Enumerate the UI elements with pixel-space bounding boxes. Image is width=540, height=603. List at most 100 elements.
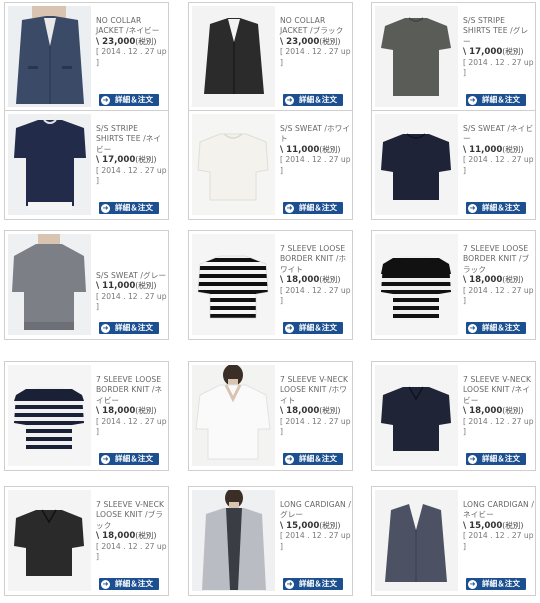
detail-order-button[interactable]: ➜ 詳細＆注文 <box>466 94 526 106</box>
product-grid: NO COLLAR JACKET /ネイビー \ 23,000(税別) [ 20… <box>0 0 540 603</box>
product-name[interactable]: LONG CARDIGAN /グレー <box>280 500 352 521</box>
product-name[interactable]: 7 SLEEVE LOOSE BORDER KNIT /ホワイト <box>280 244 352 275</box>
detail-order-button[interactable]: ➜ 詳細＆注文 <box>283 453 343 465</box>
detail-order-button[interactable]: ➜ 詳細＆注文 <box>283 94 343 106</box>
arrow-right-icon: ➜ <box>285 454 294 464</box>
product-date: [ 2014 . 12 . 27 up ] <box>96 416 167 437</box>
product-card[interactable]: S/S SWEAT /ネイビー \ 11,000(税別) [ 2014 . 12… <box>371 110 536 220</box>
product-date: [ 2014 . 12 . 27 up ] <box>463 531 534 551</box>
arrow-right-icon: ➜ <box>101 95 110 105</box>
product-price: \ 11,000(税別) <box>463 144 524 155</box>
arrow-right-icon: ➜ <box>101 579 110 589</box>
product-card[interactable]: S/S STRIPE SHIRTS TEE /グレー \ 17,000(税別) … <box>371 2 536 112</box>
product-image[interactable] <box>8 490 91 591</box>
detail-order-button[interactable]: ➜ 詳細＆注文 <box>99 453 159 465</box>
detail-order-button[interactable]: ➜ 詳細＆注文 <box>283 322 343 334</box>
detail-order-button[interactable]: ➜ 詳細＆注文 <box>466 578 526 590</box>
product-name[interactable]: NO COLLAR JACKET /ブラック <box>280 16 352 37</box>
product-info: 7 SLEEVE LOOSE BORDER KNIT /ホワイト \ 18,00… <box>280 244 352 306</box>
product-card[interactable]: 7 SLEEVE V-NECK LOOSE KNIT /ネイビー \ 18,00… <box>371 361 536 471</box>
product-name[interactable]: S/S STRIPE SHIRTS TEE /グレー <box>463 16 535 47</box>
product-name[interactable]: LONG CARDIGAN /ネイビー <box>463 500 535 521</box>
product-date: [ 2014 . 12 . 27 up ] <box>280 47 351 67</box>
product-name[interactable]: 7 SLEEVE LOOSE BORDER KNIT /ネイビー <box>96 375 168 406</box>
product-image[interactable] <box>192 234 275 335</box>
product-price: \ 18,000(税別) <box>463 275 524 286</box>
product-price: \ 18,000(税別) <box>463 406 524 417</box>
product-price: \ 11,000(税別) <box>96 281 157 292</box>
product-card[interactable]: LONG CARDIGAN /ネイビー \ 15,000(税別) [ 2014 … <box>371 486 536 596</box>
product-image[interactable] <box>375 114 458 215</box>
product-card[interactable]: S/S SWEAT /ホワイト \ 11,000(税別) [ 2014 . 12… <box>188 110 353 220</box>
detail-order-button[interactable]: ➜ 詳細＆注文 <box>466 322 526 334</box>
product-info: 7 SLEEVE V-NECK LOOSE KNIT /ホワイト \ 18,00… <box>280 375 352 437</box>
product-date: [ 2014 . 12 . 27 up ] <box>463 285 534 306</box>
arrow-right-icon: ➜ <box>285 95 294 105</box>
product-card[interactable]: 7 SLEEVE V-NECK LOOSE KNIT /ブラック \ 18,00… <box>4 486 169 596</box>
detail-order-button[interactable]: ➜ 詳細＆注文 <box>283 578 343 590</box>
product-image[interactable] <box>375 234 458 335</box>
product-card[interactable]: 7 SLEEVE LOOSE BORDER KNIT /ホワイト \ 18,00… <box>188 230 353 340</box>
product-image[interactable] <box>375 6 458 107</box>
product-card[interactable]: S/S SWEAT /グレー \ 11,000(税別) [ 2014 . 12 … <box>4 230 169 340</box>
product-name[interactable]: 7 SLEEVE V-NECK LOOSE KNIT /ブラック <box>96 500 168 531</box>
product-image[interactable] <box>8 365 91 466</box>
product-card[interactable]: 7 SLEEVE V-NECK LOOSE KNIT /ホワイト \ 18,00… <box>188 361 353 471</box>
product-date: [ 2014 . 12 . 27 up ] <box>96 541 167 562</box>
product-card[interactable]: S/S STRIPE SHIRTS TEE /ネイビー \ 17,000(税別)… <box>4 110 169 220</box>
product-image[interactable] <box>192 114 275 215</box>
product-name[interactable]: 7 SLEEVE V-NECK LOOSE KNIT /ホワイト <box>280 375 352 406</box>
product-image[interactable] <box>8 114 91 215</box>
arrow-right-icon: ➜ <box>468 95 477 105</box>
arrow-right-icon: ➜ <box>285 323 294 333</box>
product-price: \ 15,000(税別) <box>463 520 524 531</box>
product-image[interactable] <box>375 490 458 591</box>
product-card[interactable]: LONG CARDIGAN /グレー \ 15,000(税別) [ 2014 .… <box>188 486 353 596</box>
detail-order-button[interactable]: ➜ 詳細＆注文 <box>466 453 526 465</box>
product-name[interactable]: S/S STRIPE SHIRTS TEE /ネイビー <box>96 124 168 155</box>
product-image[interactable] <box>192 365 275 466</box>
product-price: \ 23,000(税別) <box>96 36 157 47</box>
product-image[interactable] <box>192 490 275 591</box>
detail-order-button[interactable]: ➜ 詳細＆注文 <box>99 578 159 590</box>
product-image[interactable] <box>8 234 91 335</box>
product-card[interactable]: 7 SLEEVE LOOSE BORDER KNIT /ブラック \ 18,00… <box>371 230 536 340</box>
product-price: \ 15,000(税別) <box>280 520 341 531</box>
product-price: \ 17,000(税別) <box>96 155 157 166</box>
product-info: 7 SLEEVE LOOSE BORDER KNIT /ブラック \ 18,00… <box>463 244 535 306</box>
product-image[interactable] <box>192 6 275 107</box>
product-card[interactable]: 7 SLEEVE LOOSE BORDER KNIT /ネイビー \ 18,00… <box>4 361 169 471</box>
product-date: [ 2014 . 12 . 27 up ] <box>96 165 167 186</box>
product-date: [ 2014 . 12 . 27 up ] <box>96 47 167 67</box>
product-date: [ 2014 . 12 . 27 up ] <box>280 155 351 175</box>
product-info: S/S STRIPE SHIRTS TEE /ネイビー \ 17,000(税別)… <box>96 124 168 186</box>
product-name[interactable]: S/S SWEAT /ネイビー <box>463 124 535 145</box>
arrow-right-icon: ➜ <box>101 454 110 464</box>
product-info: NO COLLAR JACKET /ブラック \ 23,000(税別) [ 20… <box>280 16 352 68</box>
detail-order-button[interactable]: ➜ 詳細＆注文 <box>466 202 526 214</box>
arrow-right-icon: ➜ <box>468 454 477 464</box>
product-name[interactable]: 7 SLEEVE V-NECK LOOSE KNIT /ネイビー <box>463 375 535 406</box>
product-card[interactable]: NO COLLAR JACKET /ネイビー \ 23,000(税別) [ 20… <box>4 2 169 112</box>
product-image[interactable] <box>8 6 91 107</box>
product-price: \ 17,000(税別) <box>463 47 524 58</box>
arrow-right-icon: ➜ <box>468 203 477 213</box>
detail-order-button[interactable]: ➜ 詳細＆注文 <box>99 202 159 214</box>
product-name[interactable]: NO COLLAR JACKET /ネイビー <box>96 16 168 37</box>
product-price: \ 18,000(税別) <box>96 531 157 542</box>
product-price: \ 18,000(税別) <box>280 275 341 286</box>
product-info: 7 SLEEVE LOOSE BORDER KNIT /ネイビー \ 18,00… <box>96 375 168 437</box>
detail-order-button[interactable]: ➜ 詳細＆注文 <box>99 94 159 106</box>
product-price: \ 23,000(税別) <box>280 36 341 47</box>
product-name[interactable]: S/S SWEAT /グレー <box>96 271 168 281</box>
detail-order-button[interactable]: ➜ 詳細＆注文 <box>99 322 159 334</box>
product-image[interactable] <box>375 365 458 466</box>
product-name[interactable]: S/S SWEAT /ホワイト <box>280 124 352 145</box>
product-date: [ 2014 . 12 . 27 up ] <box>280 285 351 306</box>
product-info: 7 SLEEVE V-NECK LOOSE KNIT /ネイビー \ 18,00… <box>463 375 535 437</box>
arrow-right-icon: ➜ <box>285 579 294 589</box>
product-name[interactable]: 7 SLEEVE LOOSE BORDER KNIT /ブラック <box>463 244 535 275</box>
detail-order-button[interactable]: ➜ 詳細＆注文 <box>283 202 343 214</box>
product-card[interactable]: NO COLLAR JACKET /ブラック \ 23,000(税別) [ 20… <box>188 2 353 112</box>
product-date: [ 2014 . 12 . 27 up ] <box>96 291 167 312</box>
